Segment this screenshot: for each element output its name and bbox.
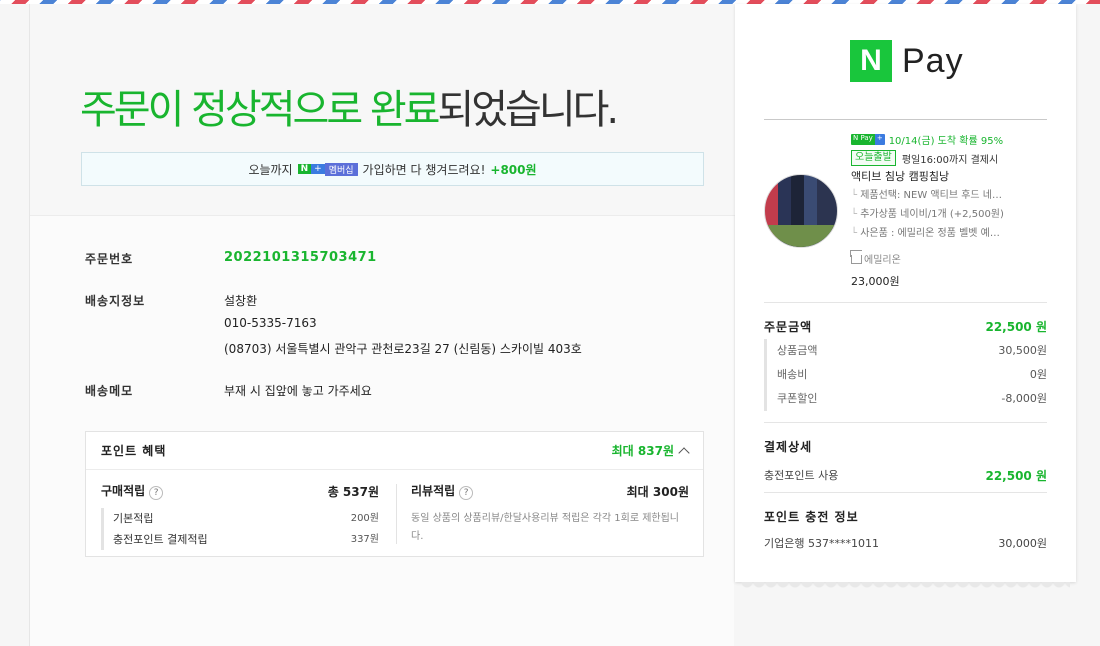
- review-points-label: 리뷰적립: [411, 484, 456, 498]
- order-number: 2022101315703471: [224, 250, 377, 265]
- charge-info-label: 포인트 충전 정보: [764, 510, 859, 524]
- store-icon: [851, 255, 862, 264]
- today-shipping: 오늘출발 평일16:00까지 결제시: [851, 148, 1051, 168]
- order-amount-label: 주문금액: [764, 320, 813, 334]
- product-option: 사은품 : 에밀리온 정품 벨벳 예…: [851, 224, 1051, 243]
- page-title: 주문이 정상적으로 완료되었습니다.: [80, 86, 619, 134]
- list-item: 기본적립 200원: [113, 508, 379, 529]
- pay-wordmark: Pay: [902, 41, 964, 80]
- review-points-total: 최대 300원: [626, 484, 689, 499]
- help-icon[interactable]: ?: [149, 486, 164, 500]
- chevron-up-icon[interactable]: [678, 446, 690, 459]
- shipping-memo-label: 배송메모: [85, 384, 134, 398]
- payment-method: 충전포인트 사용: [764, 469, 839, 482]
- npay-plus-mini-icon: N Pay +: [851, 133, 885, 145]
- divider: [396, 484, 397, 544]
- order-complete-panel: 주문이 정상적으로 완료되었습니다. 오늘까지 N + 멤버십 가입하면 다 챙…: [29, 4, 735, 646]
- list-item: 상품금액 30,500원: [777, 339, 1047, 363]
- divider: [764, 119, 1047, 120]
- charge-info-row: 기업은행 537****1011 30,000원: [764, 535, 1047, 551]
- shipping-address: (08703) 서울특별시 관악구 관천로23길 27 (신림동) 스카이빌 4…: [224, 342, 582, 356]
- review-points: 리뷰적립? 최대 300원 동일 상품의 상품리뷰/한달사용리뷰 적립은 각각 …: [411, 482, 689, 546]
- product-info: N Pay + 10/14(금) 도착 확률 95% 오늘출발 평일16:00까지…: [851, 130, 1051, 289]
- page-title-highlight: 주문이 정상적으로 완료: [80, 87, 440, 133]
- payment-amount: 22,500 원: [985, 469, 1047, 483]
- purchase-points-label: 구매적립: [101, 484, 146, 498]
- payment-method-row: 충전포인트 사용 22,500 원: [764, 467, 1047, 484]
- divider: [764, 302, 1047, 303]
- point-benefits-header[interactable]: 포인트 혜택 최대 837원: [86, 432, 703, 470]
- list-item: 쿠폰할인 -8,000원: [777, 387, 1047, 411]
- divider: [764, 422, 1047, 423]
- membership-label: 멤버십: [324, 162, 358, 176]
- shipping-memo: 부재 시 집앞에 놓고 가주세요: [224, 384, 372, 398]
- recipient-phone: 010-5335-7163: [224, 316, 317, 330]
- product-thumbnail[interactable]: [764, 174, 838, 248]
- today-shipping-text: 평일16:00까지 결제시: [901, 154, 999, 166]
- recipient-name: 설창환: [224, 294, 258, 308]
- purchase-points-list: 기본적립 200원 충전포인트 결제적립 337원: [101, 508, 379, 550]
- amount-item-label: 상품금액: [777, 344, 818, 357]
- charge-account: 기업은행 537****1011: [764, 537, 879, 550]
- charge-amount: 30,000원: [998, 537, 1047, 550]
- seller-name: 에밀리온: [864, 254, 901, 266]
- membership-promo-banner[interactable]: 오늘까지 N + 멤버십 가입하면 다 챙겨드려요! +800원: [81, 152, 704, 186]
- product-name[interactable]: 액티브 침낭 캠핑침낭: [851, 168, 1051, 186]
- plus-icon: +: [311, 164, 325, 174]
- point-max-value: 최대 837원: [611, 444, 674, 458]
- amount-item-value: -8,000원: [1001, 392, 1047, 405]
- delivery-text: 10/14(금) 도착 확률 95%: [888, 135, 1004, 147]
- point-benefits-max: 최대 837원: [611, 442, 690, 459]
- promo-bonus: +800원: [490, 162, 537, 177]
- delivery-estimate: N Pay + 10/14(금) 도착 확률 95%: [851, 130, 1051, 148]
- amount-item-label: 배송비: [777, 368, 808, 381]
- page-title-rest: 되었습니다.: [437, 87, 619, 133]
- point-item-label: 충전포인트 결제적립: [113, 533, 208, 546]
- review-points-label-wrap: 리뷰적립?: [411, 482, 474, 500]
- purchase-points: 구매적립? 총 537원 기본적립 200원 충전포인트 결제적립 337원: [101, 482, 379, 550]
- mini-plus-label: +: [874, 133, 885, 145]
- amount-item-value: 30,500원: [998, 344, 1047, 357]
- point-item-label: 기본적립: [113, 512, 154, 525]
- purchase-points-label-wrap: 구매적립?: [101, 482, 164, 500]
- point-benefits-title: 포인트 혜택: [101, 444, 167, 458]
- amount-item-label: 쿠폰할인: [777, 392, 818, 405]
- purchase-points-total: 총 537원: [327, 484, 379, 499]
- seller-link[interactable]: 에밀리온: [851, 249, 1051, 267]
- promo-prefix: 오늘까지: [248, 162, 293, 177]
- order-amount-breakdown: 상품금액 30,500원 배송비 0원 쿠폰할인 -8,000원: [764, 339, 1047, 411]
- review-points-header: 리뷰적립? 최대 300원: [411, 482, 689, 500]
- order-amount-total: 22,500 원: [985, 320, 1047, 334]
- npay-membership-badge: N + 멤버십: [297, 161, 358, 177]
- promo-text: 가입하면 다 챙겨드려요!: [362, 162, 486, 177]
- divider: [764, 492, 1047, 493]
- product-option: 추가상품 네이비/1개 (+2,500원): [851, 205, 1051, 224]
- point-benefits-panel: 포인트 혜택 최대 837원 구매적립? 총 537원 기본적립 200원 충전포…: [85, 431, 704, 557]
- hero-section: 주문이 정상적으로 완료되었습니다. 오늘까지 N + 멤버십 가입하면 다 챙…: [30, 4, 735, 216]
- order-number-label: 주문번호: [85, 252, 134, 266]
- payment-receipt: N Pay N Pay + 10/14(금) 도착 확률 95% 오늘출발 평일1…: [735, 4, 1076, 592]
- mini-npay-label: N Pay: [851, 133, 875, 145]
- purchase-points-header: 구매적립? 총 537원: [101, 482, 379, 500]
- naver-n-icon: N: [850, 40, 892, 82]
- product-price: 23,000원: [851, 275, 900, 288]
- npay-n-icon: N: [297, 164, 312, 174]
- npay-logo: N Pay: [850, 40, 964, 82]
- review-points-description: 동일 상품의 상품리뷰/한달사용리뷰 적립은 각각 1회로 제한됩니다.: [411, 513, 680, 542]
- point-item-value: 337원: [350, 534, 379, 545]
- shipping-info-label: 배송지정보: [85, 294, 146, 308]
- point-item-value: 200원: [350, 513, 379, 524]
- payment-detail-label: 결제상세: [764, 440, 813, 454]
- product-option: 제품선택: NEW 액티브 후드 네…: [851, 186, 1051, 205]
- amount-item-value: 0원: [1029, 368, 1047, 381]
- today-shipping-badge: 오늘출발: [851, 150, 896, 166]
- list-item: 배송비 0원: [777, 363, 1047, 387]
- list-item: 충전포인트 결제적립 337원: [113, 529, 379, 550]
- help-icon[interactable]: ?: [459, 486, 474, 500]
